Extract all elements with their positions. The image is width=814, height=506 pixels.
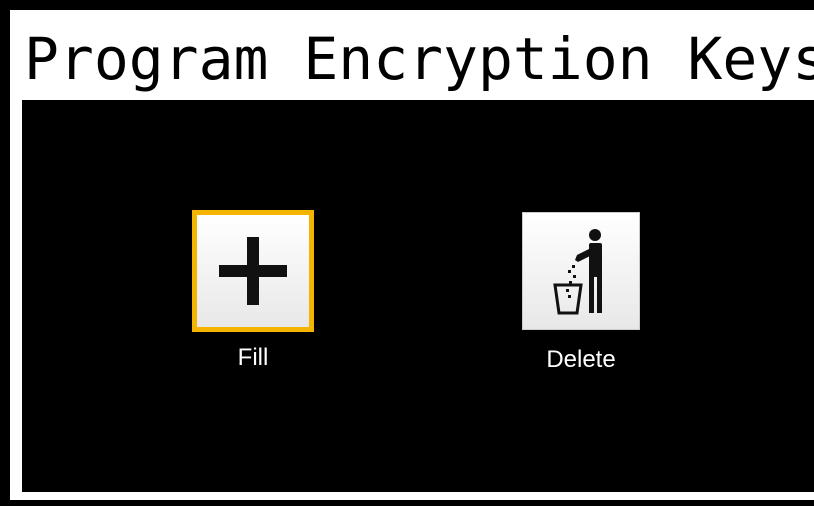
delete-label[interactable]: Delete xyxy=(511,346,651,374)
plus-icon xyxy=(219,237,287,305)
fill-label[interactable]: Fill xyxy=(192,344,314,372)
title-bar: Program Encryption Keys xyxy=(18,16,814,100)
delete-button[interactable] xyxy=(522,212,640,330)
action-panel xyxy=(22,100,814,492)
fill-button[interactable] xyxy=(192,210,314,332)
app-window: Program Encryption Keys Fill Delete xyxy=(0,0,814,506)
page-title: Program Encryption Keys xyxy=(24,25,814,93)
trash-person-icon xyxy=(553,229,602,315)
